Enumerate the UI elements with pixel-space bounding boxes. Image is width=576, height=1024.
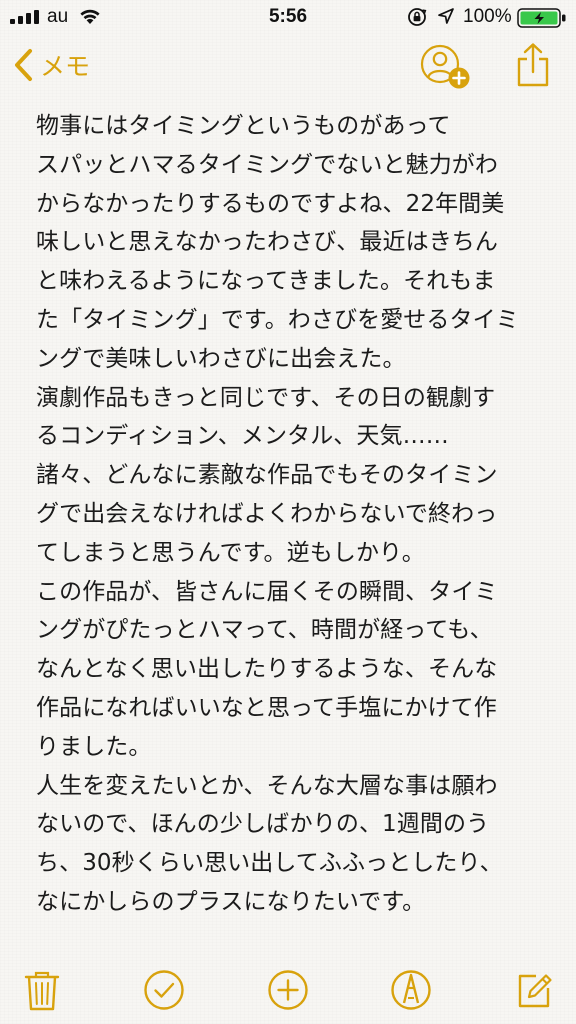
note-line: 物事にはタイミングというものがあって [36, 113, 451, 139]
location-arrow-icon [438, 8, 454, 24]
note-line: 味しいと思えなかったわさび、最近はきちん [36, 229, 498, 256]
note-line: るコンディション、メンタル、天気…… [36, 423, 449, 450]
status-bar: au 5:56 100% [0, 0, 576, 34]
rotation-lock-icon [408, 8, 427, 26]
add-person-icon [420, 44, 470, 89]
back-button[interactable]: メモ [12, 44, 90, 86]
trash-icon [24, 971, 60, 1011]
sketch-icon [391, 970, 431, 1010]
delete-button[interactable] [20, 968, 64, 1012]
note-text[interactable]: 物事にはタイミングというものがあってスパッとハマるタイミングでないと魅力がわ から… [36, 107, 544, 922]
checklist-button[interactable] [142, 968, 186, 1012]
note-line: 諸々、どんなに素敵な作品でもそのタイミン [36, 462, 498, 489]
note-line: 演劇作品もきっと同じです、その日の観劇す [36, 384, 496, 411]
bottom-toolbar [0, 960, 576, 1024]
battery-charging-icon [517, 8, 566, 28]
navigation-bar: メモ [0, 34, 576, 96]
note-line: ち、30秒くらい思い出してふふっとしたり、 [36, 850, 503, 877]
share-button[interactable] [513, 42, 553, 88]
note-line: ないので、ほんの少しばかりの、1週間のう [36, 811, 490, 838]
sketch-button[interactable] [389, 968, 433, 1012]
note-line: グで出会えなければよくわからないで終わっ [36, 500, 498, 527]
note-line: からなかったりするものですよね、22年間美 [36, 190, 505, 217]
note-line: なにかしらのプラスになりたいです。 [36, 888, 426, 915]
note-line: 人生を変えたいとか、そんな大層な事は願わ [36, 772, 498, 799]
compose-icon [518, 974, 552, 1008]
battery-percentage: 100% [463, 6, 512, 27]
note-line: なんとなく思い出したりするような、そんな [36, 656, 498, 683]
add-attachment-button[interactable] [266, 968, 310, 1012]
chevron-left-icon [15, 49, 32, 81]
note-line: りました。 [36, 733, 152, 760]
note-line: この作品が、皆さんに届くその瞬間、タイミ [36, 578, 498, 605]
add-icon [268, 970, 308, 1010]
compose-button[interactable] [512, 968, 556, 1012]
back-label: メモ [40, 52, 91, 81]
note-line: ングで美味しいわさびに出会えた。 [36, 345, 406, 372]
note-line: ングがぴたっとハマって、時間が経っても、 [36, 617, 493, 644]
note-line: と味わえるようになってきました。それもま [36, 268, 496, 295]
share-icon [517, 43, 549, 87]
note-line: 作品になればいいなと思って手塩にかけて作 [36, 694, 497, 721]
note-line: た「タイミング」です。わさびを愛せるタイミ [36, 306, 519, 333]
note-line: スパッとハマるタイミングでないと魅力がわ [36, 151, 498, 178]
note-line: てしまうと思うんです。逆もしかり。 [36, 539, 425, 566]
checklist-icon [144, 970, 184, 1010]
add-people-button[interactable] [420, 42, 472, 90]
